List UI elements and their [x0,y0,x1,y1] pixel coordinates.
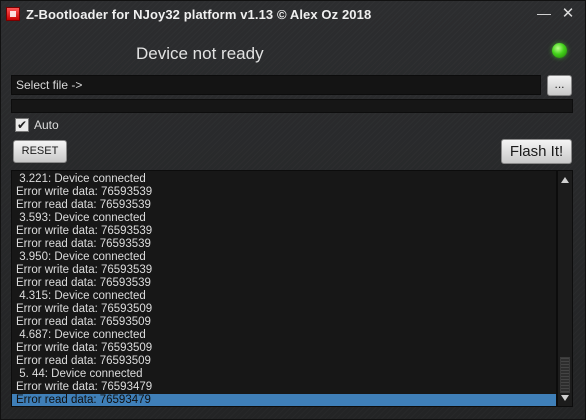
log-line[interactable]: Error read data: 76593509 [12,316,556,329]
auto-checkbox[interactable]: ✔ [15,118,29,132]
file-select-field[interactable]: Select file -> [11,75,541,95]
log-line[interactable]: 3.593: Device connected [12,212,556,225]
device-status-text: Device not ready [136,44,264,63]
log-line[interactable]: Error write data: 76593539 [12,225,556,238]
log-list[interactable]: 3.221: Device connected Error write data:… [11,170,557,407]
log-line[interactable]: Error read data: 76593539 [12,238,556,251]
log-line[interactable]: 3.950: Device connected [12,251,556,264]
scroll-up-icon[interactable] [561,177,569,183]
log-line[interactable]: 4.687: Device connected [12,329,556,342]
scroll-thumb[interactable] [560,357,570,393]
app-icon [6,7,20,21]
log-line[interactable]: 3.221: Device connected [12,173,556,186]
log-line[interactable]: 4.315: Device connected [12,290,556,303]
log-scrollbar[interactable] [557,170,573,407]
flash-button[interactable]: Flash It! [501,139,572,164]
log-line[interactable]: Error write data: 76593509 [12,303,556,316]
window-title: Z-Bootloader for NJoy32 platform v1.13 ©… [26,6,372,22]
progress-bar [11,99,573,113]
log-line[interactable]: Error write data: 76593539 [12,186,556,199]
log-line[interactable]: 5. 44: Device connected [12,368,556,381]
log-line[interactable]: Error read data: 76593509 [12,355,556,368]
log-line[interactable]: Error write data: 76593509 [12,342,556,355]
log-line[interactable]: Error read data: 76593539 [12,199,556,212]
browse-button[interactable]: ... [547,75,572,96]
app-window: Z-Bootloader for NJoy32 platform v1.13 ©… [0,0,586,420]
log-line[interactable]: Error write data: 76593479 [12,381,556,394]
reset-button[interactable]: RESET [13,140,67,163]
log-line[interactable]: Error read data: 76593539 [12,277,556,290]
log-line[interactable]: Error read data: 76593479 [12,394,556,406]
scroll-down-icon[interactable] [561,395,569,401]
title-bar[interactable]: Z-Bootloader for NJoy32 platform v1.13 ©… [1,1,585,27]
log-line[interactable]: Error write data: 76593539 [12,264,556,277]
auto-label: Auto [34,118,59,132]
close-button[interactable]: ✕ [557,4,579,22]
status-indicator-icon [552,43,567,58]
minimize-button[interactable]: — [533,4,555,22]
